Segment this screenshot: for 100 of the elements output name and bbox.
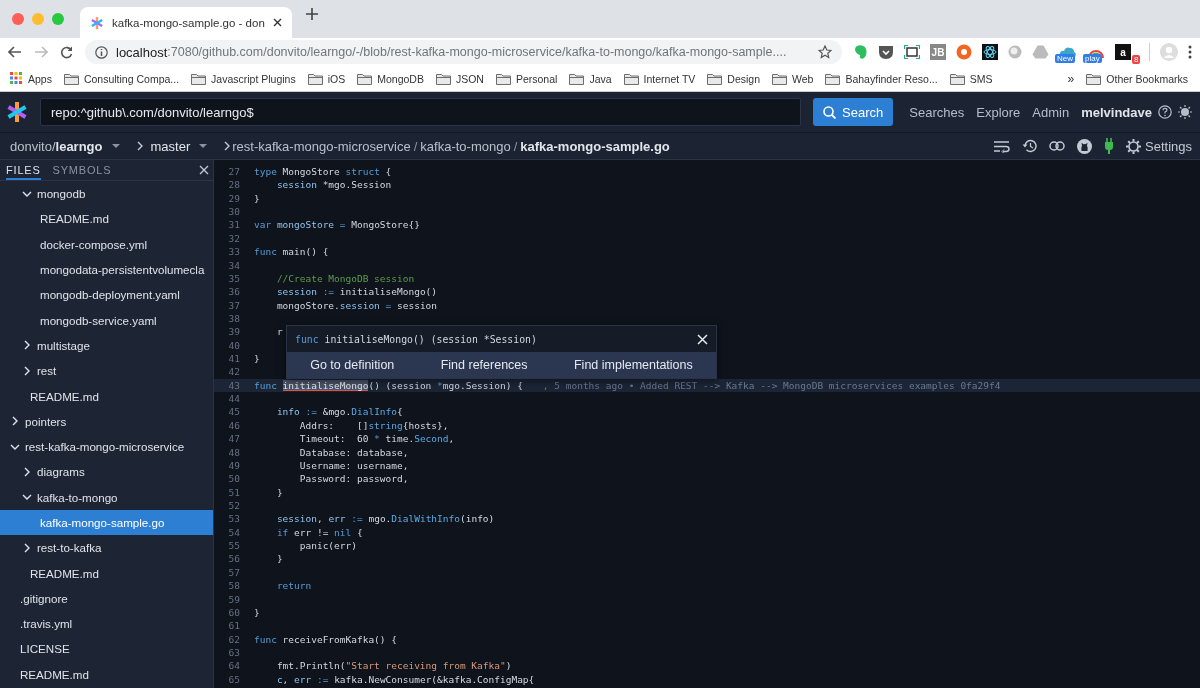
code-line: Addrs: []string{hosts}, (298, 418, 449, 433)
tooltip-action[interactable]: Go to definition (304, 354, 401, 376)
line-number: 32 (227, 231, 241, 246)
bookmark-link[interactable]: Design (727, 72, 761, 85)
line-number: 42 (227, 365, 241, 379)
code-line: func main() { (254, 245, 329, 259)
folder-item[interactable]: diagrams (0, 459, 213, 485)
file-item[interactable]: docker-compose.yml (0, 231, 213, 257)
folder-item[interactable]: kafka-to-mongo (0, 484, 213, 510)
folder-item[interactable]: multistage (0, 332, 213, 359)
file-item[interactable]: README.md (0, 560, 213, 586)
nav-link[interactable]: Searches (909, 104, 965, 120)
file-item[interactable]: README.md (0, 383, 213, 409)
line-number: 51 (227, 485, 241, 499)
code-line: type MongoStore struct { (254, 165, 392, 179)
line-number: 52 (227, 499, 241, 513)
folder-item[interactable]: rest-to-kafka (0, 535, 213, 561)
line-number: 59 (227, 592, 241, 606)
bookmark-link[interactable]: Bahayfinder Reso... (845, 72, 938, 85)
code-line: } (275, 485, 283, 499)
line-number: 65 (227, 672, 241, 686)
url-path: :7080/github.com/donvito/learngo/-/blob/rest-kafka-mongo-microservice/kafka-to-mongo/kafka-mongo-sample.... (167, 44, 787, 60)
bookmark-link[interactable]: Apps (28, 72, 52, 85)
url-host: localhost (116, 44, 168, 60)
line-number: 54 (227, 525, 241, 540)
address-bar[interactable]: localhost:7080/github.com/donvito/learngo/-/blob/rest-kafka-mongo-microservice/kafka-to-mongo/kafka-mongo-sample.... (85, 40, 842, 64)
tab-title: kafka-mongo-sample.go - don (112, 16, 265, 29)
extension-badge: 8 (1132, 55, 1141, 64)
code-line: } (254, 605, 260, 620)
user-menu[interactable]: melvindave (1081, 104, 1152, 120)
code-line: fmt.Println("Start receiving from Kafka") (275, 659, 512, 673)
tooltip-action[interactable]: Find references (434, 354, 534, 376)
code-line: Database: database, (298, 445, 409, 459)
path-separator: / (513, 138, 518, 154)
code-line: info := &mgo.DialInfo{ (275, 405, 403, 419)
bookmark-link[interactable]: JSON (455, 72, 484, 85)
folder-item[interactable]: pointers (0, 408, 213, 434)
folder-item[interactable]: mongodb (0, 181, 213, 207)
path-segment[interactable]: kafka-mongo-sample.go (520, 138, 670, 154)
line-number: 62 (227, 632, 241, 646)
file-item[interactable]: .gitignore (0, 585, 213, 612)
line-number: 47 (227, 432, 241, 446)
bookmark-link[interactable]: Consulting Compa... (83, 72, 180, 85)
nav-link[interactable]: Admin (1032, 104, 1070, 120)
code-line: //Create MongoDB session (275, 271, 415, 286)
bookmark-link[interactable]: Java (589, 72, 612, 85)
file-item[interactable]: mongodb-deployment.yaml (0, 282, 213, 308)
tooltip-action[interactable]: Find implementations (567, 354, 699, 376)
bookmark-link[interactable]: MongoDB (377, 72, 424, 85)
line-number: 40 (227, 338, 241, 353)
file-item[interactable]: README.md (0, 206, 213, 232)
file-item[interactable]: mongodata-persistentvolumecla (0, 256, 213, 283)
search-field[interactable]: repo:^github\.com/donvito/learngo$ (40, 98, 802, 126)
bookmark-link[interactable]: Personal (515, 72, 558, 85)
code-line: c, err := kafka.NewConsumer(&kafka.ConfigMap{ (275, 672, 535, 686)
folder-item[interactable]: rest-kafka-mongo-microservice (0, 433, 213, 460)
function-signature: func initialiseMongo() (session *Session) (295, 333, 538, 345)
line-number: 30 (227, 205, 241, 219)
line-number: 43 (227, 378, 241, 393)
line-number: 31 (227, 218, 241, 232)
line-number: 55 (227, 539, 241, 553)
line-number: 50 (227, 472, 241, 486)
line-number: 44 (227, 392, 241, 406)
browser-tab[interactable]: kafka-mongo-sample.go - don (80, 7, 292, 38)
file-item[interactable]: .travis.yml (0, 611, 213, 637)
extension-icon[interactable]: a (1115, 44, 1131, 60)
code-line: Username: username, (298, 458, 409, 473)
nav-link[interactable]: Explore (976, 104, 1021, 120)
code-line: var mongoStore = MongoStore{} (254, 218, 420, 232)
blame-annotation: , 5 months ago • Added REST --> Kafka --> MongoDB microservices examples 0fa29f4 (542, 378, 1001, 393)
bookmark-link[interactable]: SMS (969, 72, 993, 85)
file-item[interactable]: LICENSE (0, 636, 213, 662)
file-item[interactable]: README.md (0, 661, 213, 687)
extension-icon[interactable]: JB (930, 44, 946, 60)
line-number: 37 (227, 298, 241, 312)
file-item[interactable]: mongodb-service.yaml (0, 307, 213, 333)
more-bookmarks-button[interactable]: » (1067, 71, 1075, 86)
code-line: Password: password, (298, 472, 409, 486)
repo-link[interactable]: donvito/learngo (10, 138, 103, 154)
bookmark-link[interactable]: iOS (327, 72, 346, 85)
path-segment[interactable]: rest-kafka-mongo-microservice (232, 138, 411, 154)
file-item[interactable]: kafka-mongo-sample.go (0, 509, 213, 536)
code-line: } (254, 191, 260, 206)
folder-item[interactable]: rest (0, 358, 213, 384)
line-number: 60 (227, 605, 241, 620)
bookmark-link[interactable]: Other Bookmarks (1106, 72, 1188, 85)
line-number: 53 (227, 512, 241, 526)
branch-selector[interactable]: master (150, 138, 191, 154)
sidebar-tab[interactable]: SYMBOLS (52, 164, 112, 180)
settings-link[interactable]: Settings (1145, 138, 1192, 154)
bookmark-link[interactable]: Web (792, 72, 814, 85)
line-number: 49 (227, 458, 241, 473)
bookmark-link[interactable]: Javascript Plugins (211, 72, 296, 85)
code-line: mongoStore.session = session (275, 298, 438, 312)
sidebar-tab[interactable]: FILES (6, 164, 41, 180)
line-number: 48 (227, 445, 241, 459)
line-number: 29 (227, 191, 241, 206)
path-segment[interactable]: kafka-to-mongo (420, 138, 511, 154)
bookmark-link[interactable]: Internet TV (643, 72, 696, 85)
search-button[interactable]: Search (813, 98, 894, 126)
